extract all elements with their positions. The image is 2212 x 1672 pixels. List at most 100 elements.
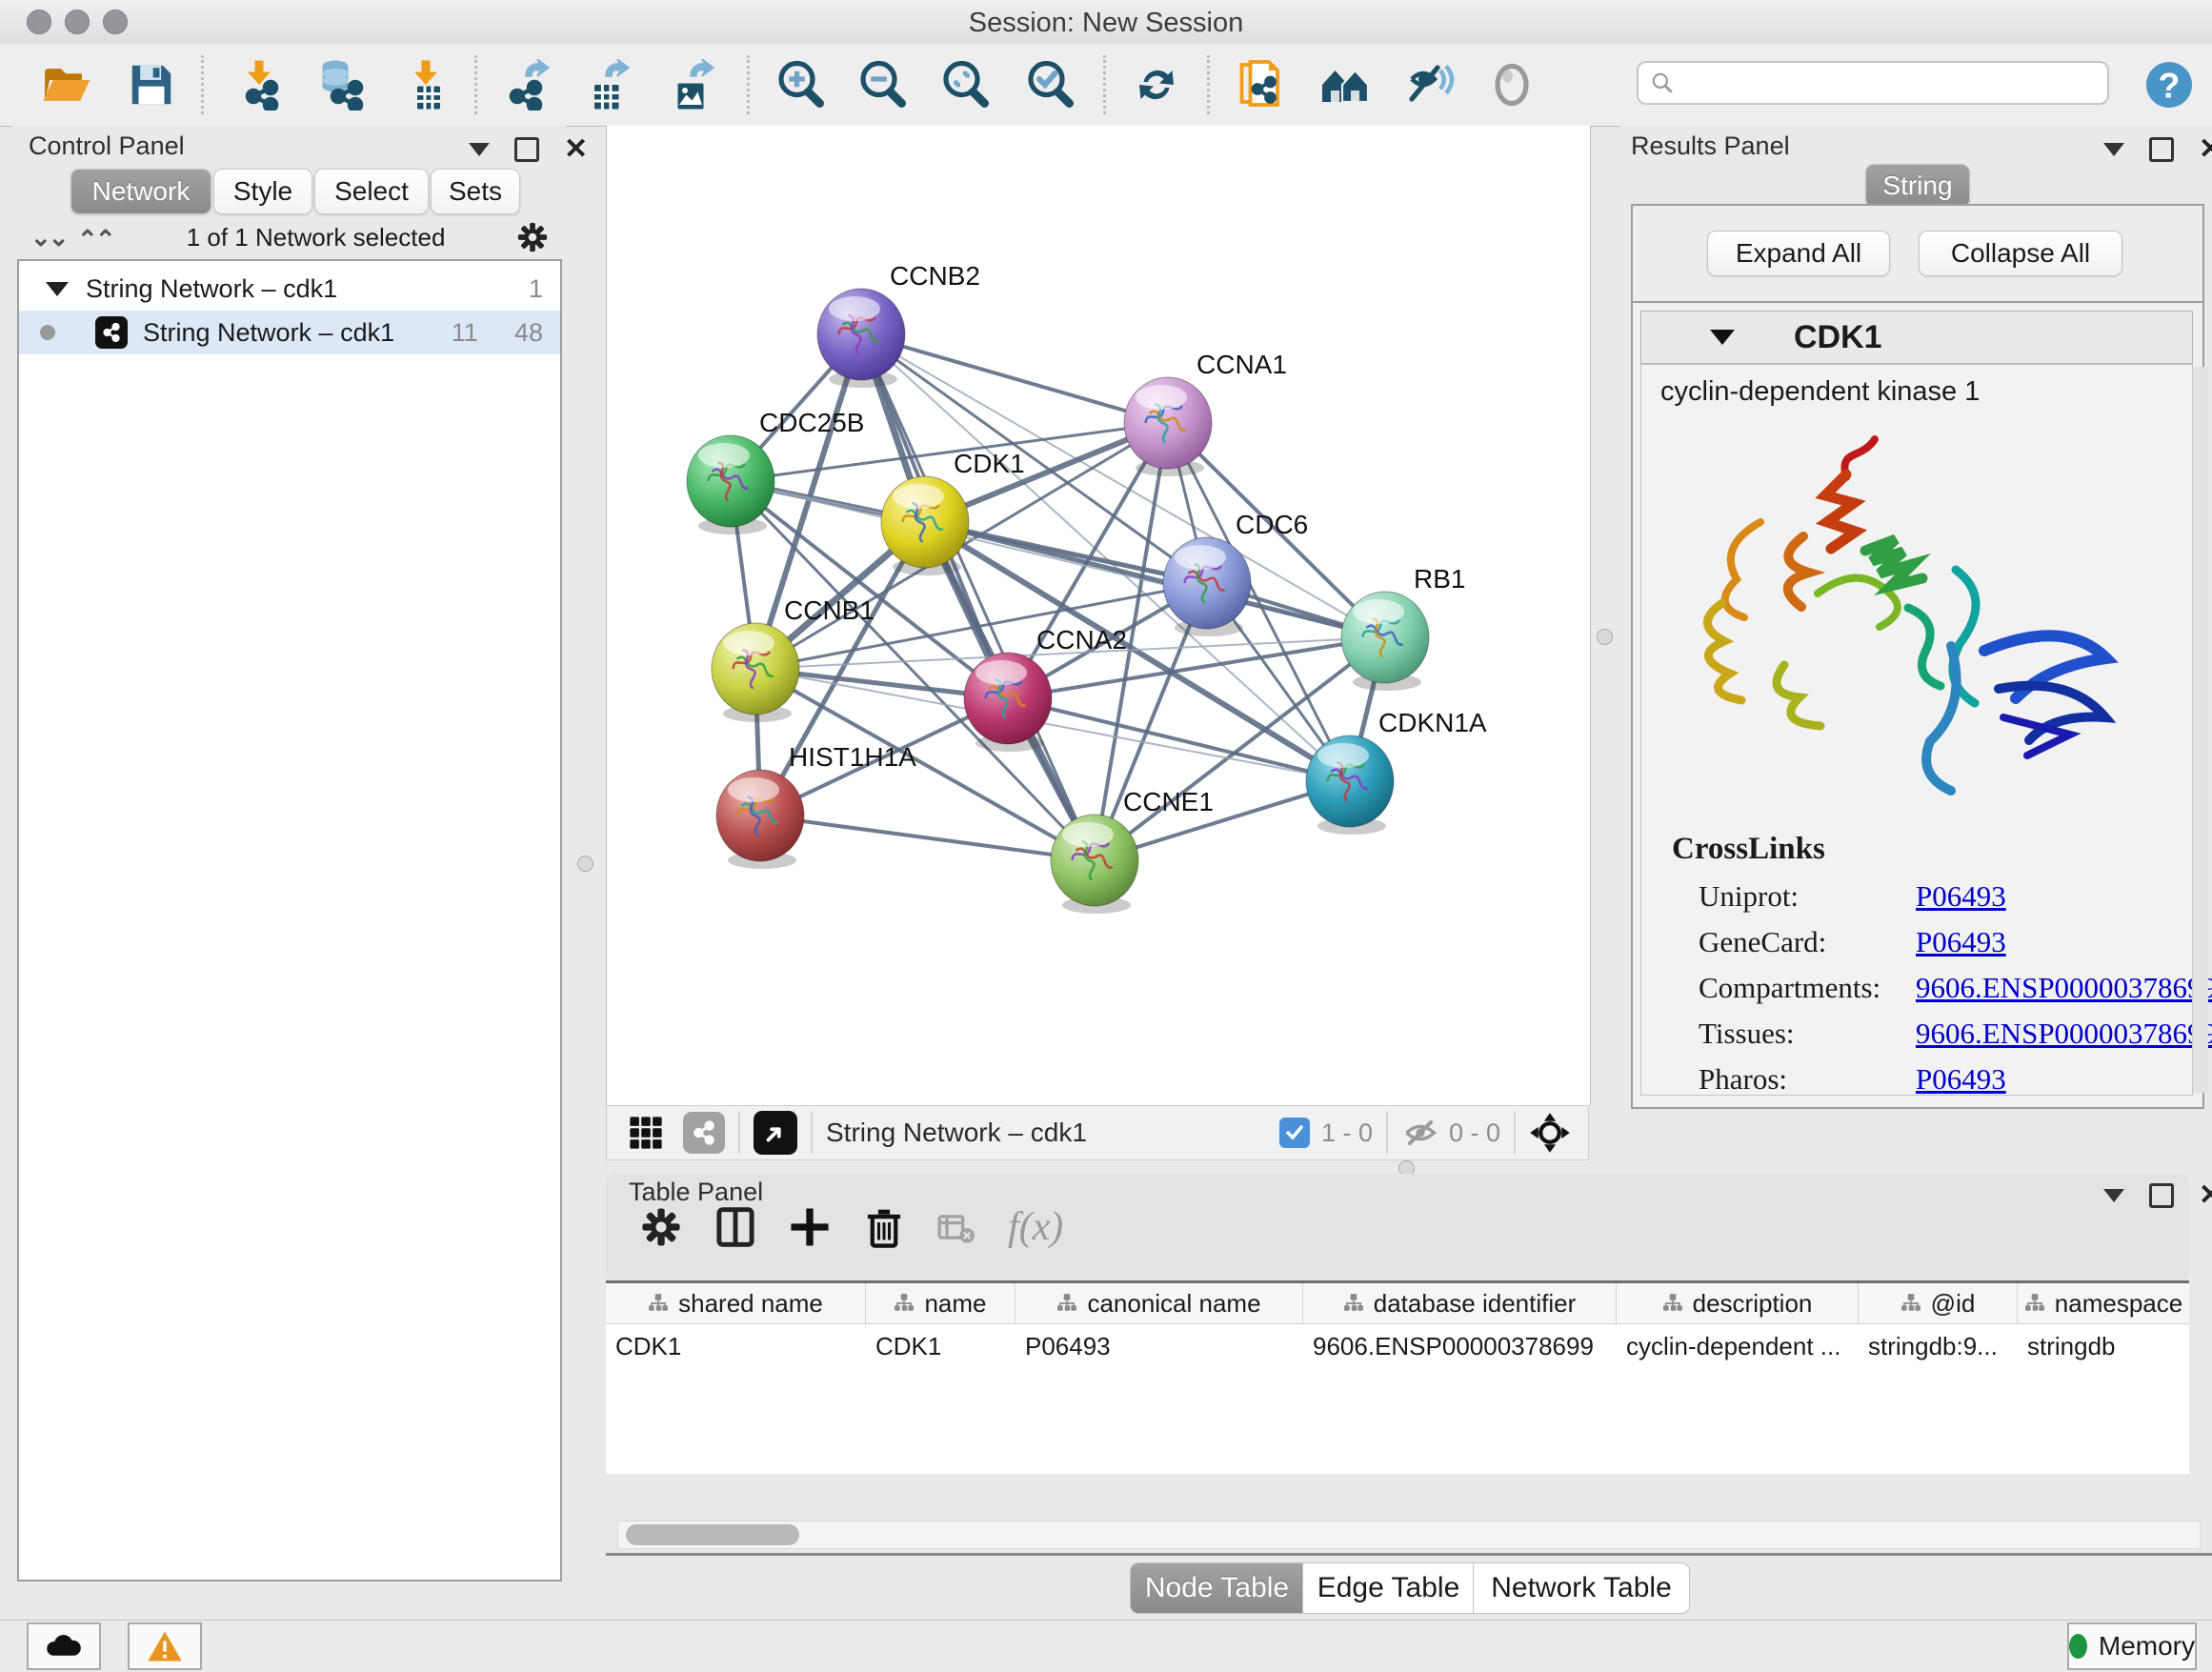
maximize-panel-icon[interactable]	[2149, 137, 2174, 162]
tab-select[interactable]: Select	[314, 169, 429, 214]
table-panel-controls: ✕	[2103, 1183, 2212, 1208]
delete-table-icon[interactable]	[937, 1208, 975, 1246]
collection-expander-icon[interactable]	[46, 282, 69, 296]
zoom-selected-icon	[1025, 59, 1076, 111]
string-network-icon	[95, 316, 128, 349]
network-node-ccna1[interactable]: CCNA1	[1124, 350, 1287, 476]
export-table-button[interactable]	[578, 57, 633, 112]
network-list-header: ⌄⌄ ⌄⌄ 1 of 1 Network selected	[17, 217, 560, 257]
table-row[interactable]: CDK1 CDK1 P06493 9606.ENSP00000378699 cy…	[606, 1324, 2189, 1368]
column-header[interactable]: namespace	[2018, 1283, 2189, 1323]
grid-view-icon[interactable]	[628, 1115, 664, 1151]
crosslink-tissues-link[interactable]: 9606.ENSP00000378699	[1916, 1017, 2212, 1051]
crosslink-uniprot-link[interactable]: P06493	[1916, 879, 2006, 914]
crosslink-compartments-link[interactable]: 9606.ENSP00000378699	[1916, 971, 2212, 1005]
eye-icon	[1486, 59, 1538, 111]
collapse-all-chevron-icon[interactable]: ⌄⌄	[30, 223, 67, 252]
network-view-canvas[interactable]: CCNB2CCNA1CDC25BCDK1CDC6RB1CCNB1CCNA2CDK…	[606, 126, 1591, 1105]
string-network-graph[interactable]: CCNB2CCNA1CDC25BCDK1CDC6RB1CCNB1CCNA2CDK…	[607, 126, 1590, 1105]
right-splitter-handle[interactable]	[1597, 629, 1613, 645]
selected-checkbox-icon[interactable]	[1279, 1118, 1310, 1148]
function-builder-icon[interactable]: f(x)	[1008, 1204, 1063, 1250]
tab-string-results[interactable]: String	[1865, 164, 1970, 208]
show-columns-icon[interactable]	[714, 1206, 756, 1248]
maximize-panel-icon[interactable]	[2149, 1183, 2174, 1208]
column-header[interactable]: description	[1617, 1283, 1859, 1323]
zoom-selected-button[interactable]	[1023, 57, 1078, 112]
network-row-selected[interactable]: String Network – cdk1 11 48	[19, 311, 560, 354]
network-node-rb1[interactable]: RB1	[1341, 564, 1465, 691]
tab-network-table[interactable]: Network Table	[1473, 1562, 1690, 1614]
close-panel-icon[interactable]: ✕	[2199, 140, 2212, 159]
export-network-button[interactable]	[498, 57, 553, 112]
string-document-button[interactable]	[1233, 57, 1288, 112]
memory-status-dot-icon	[2069, 1634, 2087, 1659]
crosslink-label: Pharos:	[1699, 1062, 1787, 1097]
network-node-hist1h1a[interactable]: HIST1H1A	[716, 742, 916, 869]
refresh-button[interactable]	[1129, 57, 1184, 112]
float-panel-icon[interactable]	[469, 143, 490, 156]
delete-column-icon[interactable]	[863, 1206, 905, 1248]
fit-crosshair-icon[interactable]	[1529, 1112, 1571, 1154]
export-table-icon	[580, 59, 632, 111]
collapse-all-button[interactable]: Collapse All	[1919, 231, 2122, 276]
search-box[interactable]	[1637, 61, 2109, 105]
toolbar-separator	[474, 55, 477, 114]
tab-node-table[interactable]: Node Table	[1130, 1562, 1304, 1614]
column-header[interactable]: canonical name	[1016, 1283, 1303, 1323]
cell-canonical-name: P06493	[1016, 1324, 1303, 1368]
open-session-button[interactable]	[38, 57, 93, 112]
help-button[interactable]: ?	[2142, 57, 2197, 112]
hide-glasses-button[interactable]	[1401, 57, 1457, 112]
column-header[interactable]: @id	[1859, 1283, 2018, 1323]
memory-button[interactable]: Memory	[2067, 1622, 2197, 1670]
import-network-file-button[interactable]	[231, 57, 287, 112]
expand-all-chevron-icon[interactable]: ⌄⌄	[80, 223, 116, 252]
gene-expander-icon[interactable]	[1710, 330, 1735, 345]
maximize-panel-icon[interactable]	[514, 137, 539, 162]
network-node-cdc6[interactable]: CDC6	[1163, 510, 1308, 636]
left-splitter-handle[interactable]	[577, 856, 593, 872]
cloud-status-button[interactable]	[27, 1622, 101, 1670]
table-gear-icon[interactable]	[640, 1206, 682, 1248]
network-node-cdkn1a[interactable]: CDKN1A	[1306, 708, 1487, 835]
column-header[interactable]: name	[866, 1283, 1016, 1323]
float-panel-icon[interactable]	[2103, 143, 2124, 156]
zoom-in-button[interactable]	[774, 57, 829, 112]
tab-edge-table[interactable]: Edge Table	[1302, 1562, 1475, 1614]
table-horizontal-scrollbar[interactable]	[617, 1521, 2201, 1549]
close-panel-icon[interactable]: ✕	[2199, 1186, 2212, 1205]
close-panel-icon[interactable]: ✕	[564, 140, 588, 159]
zoom-out-button[interactable]	[855, 57, 911, 112]
search-input[interactable]	[1684, 68, 2088, 99]
save-session-button[interactable]	[124, 57, 179, 112]
crosslink-genecard-link[interactable]: P06493	[1916, 925, 2006, 959]
open-in-window-icon[interactable]	[754, 1111, 797, 1155]
tab-style[interactable]: Style	[213, 169, 312, 214]
network-node-cdk1[interactable]: CDK1	[881, 449, 1025, 575]
results-scrollbar[interactable]	[2192, 367, 2208, 1093]
network-collection-row[interactable]: String Network – cdk1 1	[19, 267, 560, 311]
column-header[interactable]: shared name	[606, 1283, 866, 1323]
show-eye-button[interactable]	[1484, 57, 1539, 112]
gear-icon[interactable]	[516, 221, 549, 253]
share-view-icon[interactable]	[683, 1112, 725, 1154]
scrollbar-thumb[interactable]	[626, 1524, 799, 1545]
export-image-button[interactable]	[663, 57, 718, 112]
crosslink-label: Tissues:	[1699, 1017, 1795, 1051]
expand-all-button[interactable]: Expand All	[1707, 231, 1890, 276]
import-table-button[interactable]	[398, 57, 453, 112]
float-panel-icon[interactable]	[2103, 1189, 2124, 1202]
gene-header-row[interactable]: CDK1	[1640, 311, 2193, 364]
network-node-ccne1[interactable]: CCNE1	[1051, 787, 1214, 914]
crosslink-pharos-link[interactable]: P06493	[1916, 1062, 2006, 1097]
tab-network[interactable]: Network	[70, 169, 211, 214]
import-network-database-button[interactable]	[311, 57, 366, 112]
tab-sets[interactable]: Sets	[431, 169, 520, 214]
home-button[interactable]	[1317, 57, 1373, 112]
add-column-icon[interactable]	[789, 1206, 831, 1248]
zoom-fit-button[interactable]	[938, 57, 994, 112]
column-header[interactable]: database identifier	[1303, 1283, 1617, 1323]
warning-status-button[interactable]	[128, 1622, 202, 1670]
hidden-eye-slash-icon[interactable]	[1401, 1114, 1439, 1152]
